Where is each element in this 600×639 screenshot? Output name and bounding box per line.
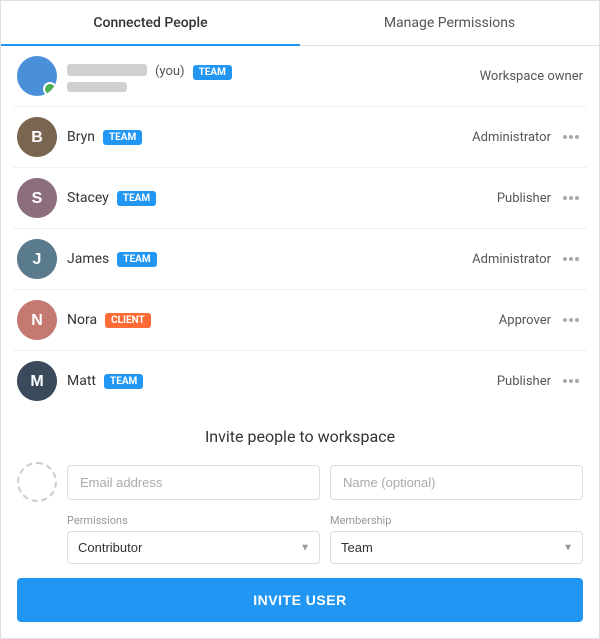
badge-team: TEAM: [193, 65, 232, 80]
permissions-select[interactable]: Contributor Administrator Publisher Appr…: [67, 531, 320, 564]
user-name: James: [67, 251, 109, 267]
you-label: (you): [155, 64, 185, 79]
user-name: Stacey: [67, 190, 109, 206]
user-info: Bryn TEAM: [57, 129, 413, 145]
user-role: Publisher: [413, 374, 583, 389]
tab-manage-permissions[interactable]: Manage Permissions: [300, 1, 599, 45]
badge-team: TEAM: [104, 374, 143, 389]
avatar: [17, 56, 57, 96]
user-email-blurred: [67, 82, 127, 92]
badge-team: TEAM: [117, 191, 156, 206]
invite-form-row: [17, 462, 583, 502]
user-role: Publisher: [413, 191, 583, 206]
invite-title: Invite people to workspace: [17, 427, 583, 446]
invite-user-button[interactable]: INVITE USER: [17, 578, 583, 622]
user-info: Nora CLIENT: [57, 312, 413, 328]
invite-section: Invite people to workspace Permissions C…: [1, 411, 599, 564]
more-options-button[interactable]: [559, 253, 583, 265]
membership-dropdown-group: Membership Team Client ▼: [330, 514, 583, 564]
svg-text:M: M: [30, 373, 43, 390]
more-options-button[interactable]: [559, 375, 583, 387]
user-name: Bryn: [67, 129, 95, 145]
more-options-button[interactable]: [559, 131, 583, 143]
tab-connected-people-label: Connected People: [93, 15, 207, 31]
user-info: Matt TEAM: [57, 373, 413, 389]
table-row: B Bryn TEAM Administrator: [13, 107, 587, 168]
email-field[interactable]: [67, 465, 320, 500]
user-list: (you) TEAM Workspace owner B Bryn TEAM A…: [1, 46, 599, 411]
invite-avatar-placeholder: [17, 462, 57, 502]
table-row: J James TEAM Administrator: [13, 229, 587, 290]
tab-bar: Connected People Manage Permissions: [1, 1, 599, 46]
table-row: S Stacey TEAM Publisher: [13, 168, 587, 229]
table-row: (you) TEAM Workspace owner: [13, 46, 587, 107]
user-name: Matt: [67, 373, 96, 389]
tab-manage-permissions-label: Manage Permissions: [384, 15, 515, 31]
user-role: Workspace owner: [413, 69, 583, 84]
name-field[interactable]: [330, 465, 583, 500]
badge-team: TEAM: [103, 130, 142, 145]
user-role: Administrator: [413, 130, 583, 145]
avatar: S: [17, 178, 57, 218]
invite-fields: [67, 465, 583, 500]
badge-client: CLIENT: [105, 313, 151, 328]
user-name: Nora: [67, 312, 97, 328]
svg-text:S: S: [32, 190, 43, 207]
tab-connected-people[interactable]: Connected People: [1, 1, 300, 45]
avatar: N: [17, 300, 57, 340]
more-options-button[interactable]: [559, 192, 583, 204]
user-role: Administrator: [413, 252, 583, 267]
user-info: (you) TEAM: [57, 60, 413, 92]
svg-text:B: B: [31, 129, 43, 146]
avatar: J: [17, 239, 57, 279]
more-options-button[interactable]: [559, 314, 583, 326]
membership-select[interactable]: Team Client: [330, 531, 583, 564]
avatar: M: [17, 361, 57, 401]
user-info: James TEAM: [57, 251, 413, 267]
user-name-blurred: [67, 64, 147, 76]
avatar: B: [17, 117, 57, 157]
user-info: Stacey TEAM: [57, 190, 413, 206]
table-row: M Matt TEAM Publisher: [13, 351, 587, 411]
svg-text:J: J: [33, 251, 42, 268]
table-row: N Nora CLIENT Approver: [13, 290, 587, 351]
svg-text:N: N: [31, 312, 43, 329]
badge-team: TEAM: [117, 252, 156, 267]
permissions-dropdown-group: Permissions Contributor Administrator Pu…: [67, 514, 320, 564]
permissions-label: Permissions: [67, 514, 320, 527]
user-role: Approver: [413, 313, 583, 328]
membership-label: Membership: [330, 514, 583, 527]
invite-dropdowns: Permissions Contributor Administrator Pu…: [17, 514, 583, 564]
